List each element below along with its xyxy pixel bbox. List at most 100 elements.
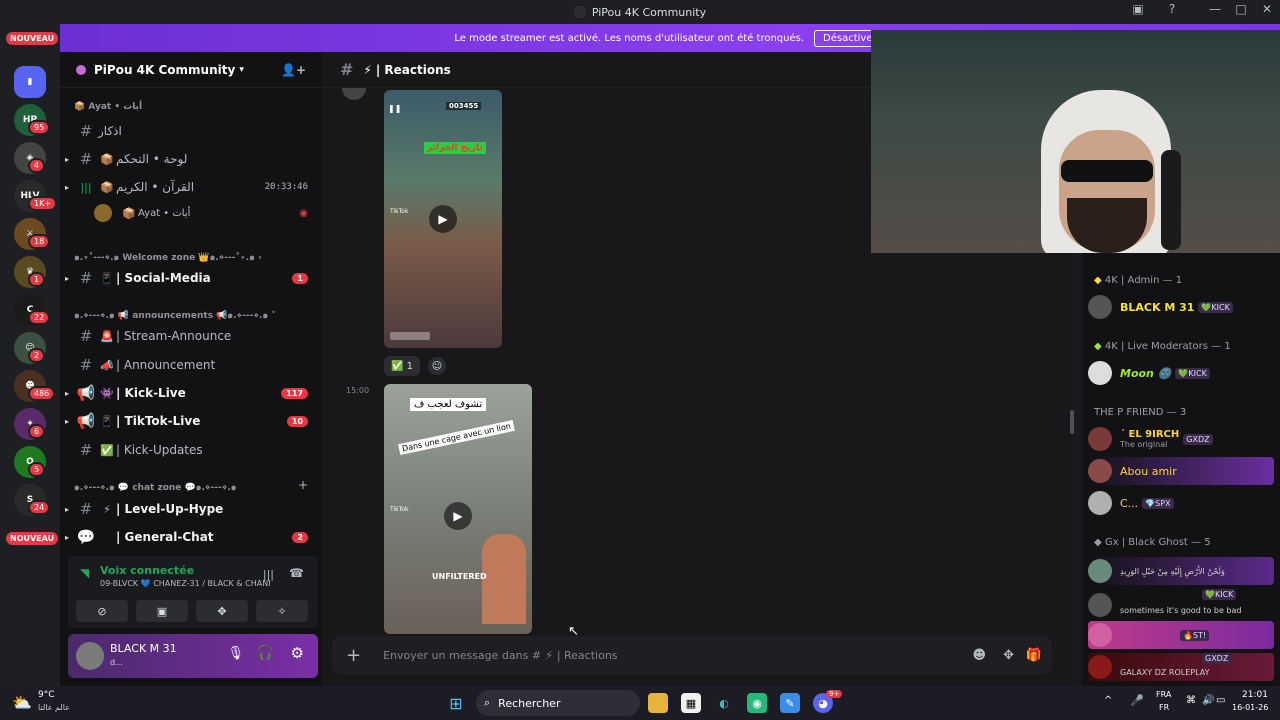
disconnect-icon[interactable]: ☎: [289, 566, 304, 580]
file-explorer-icon[interactable]: [648, 693, 668, 713]
mic-tray-icon[interactable]: 🎤: [1130, 694, 1144, 707]
add-attachment-icon[interactable]: +: [346, 645, 361, 666]
settings-gear-icon[interactable]: ⚙: [291, 644, 304, 662]
channel-social-media[interactable]: ▸ # 📱 | Social-Media 1: [60, 265, 322, 291]
search-label: Rechercher: [498, 696, 561, 710]
channel-kick-live[interactable]: ▸ 📢 👾 | Kick-Live 117: [60, 380, 322, 406]
message-composer[interactable]: + Envoyer un message dans # ⚡ | Reaction…: [332, 636, 1052, 674]
category-welcome[interactable]: ๑.⋆˚---⋄.๑ Welcome zone 👑๑.⋄---˚⋆.๑ ›: [74, 250, 262, 264]
windows-start-icon[interactable]: ⊞: [446, 693, 466, 713]
channel-emoji: 📱: [100, 271, 114, 285]
game-score: 003455: [446, 102, 482, 110]
member-item[interactable]: C... 💎SPX: [1088, 489, 1274, 517]
app-icon-blue[interactable]: ✎: [780, 693, 800, 713]
member-list: ◆ 4K | Admin — 1 BLACK M 31 💚KICK ◆ 4K | …: [1082, 253, 1280, 686]
screen-share-button[interactable]: ▣: [136, 600, 188, 622]
channel-sidebar: PiPou 4K Community ▾ 👤+ 📦 Ayat • أيات # ا…: [60, 52, 322, 686]
channel-stream-announce[interactable]: # 🚨 | Stream-Announce: [60, 323, 322, 349]
video-attachment[interactable]: تشوف لعجب ف Dans une cage avec un lion T…: [384, 384, 532, 634]
maximize-button[interactable]: □: [1230, 2, 1252, 16]
voice-channel-item[interactable]: ▸ ||| 📦 القرآن • الكريم 20:33:46: [60, 174, 322, 200]
channel-level-up-hype[interactable]: ▸ # ⚡ | Level-Up-Hype: [60, 496, 322, 522]
add-user-icon[interactable]: 👤+: [281, 63, 306, 77]
apps-icon[interactable]: ✥: [1003, 648, 1014, 663]
volume-icon[interactable]: 🔊: [1202, 695, 1214, 706]
search-icon: ⌕: [484, 696, 491, 709]
store-icon[interactable]: ▦: [681, 693, 701, 713]
avatar: [1088, 593, 1112, 617]
username: BLACK M 31: [110, 642, 177, 655]
member-item[interactable]: GALAXY DZ ROLEPLAY GXDZ: [1088, 653, 1274, 681]
member-item[interactable]: Abou amir: [1088, 457, 1274, 485]
member-name: Moon 🌚: [1120, 366, 1172, 380]
activities-button[interactable]: ✥: [196, 600, 248, 622]
checkmark-icon: ✅: [390, 360, 404, 372]
member-item[interactable]: وَلَحْنٌ الأَرْضِ إِلَيْهِ مِنْ حَبْلِ ا…: [1088, 557, 1274, 585]
add-reaction-icon[interactable]: ☺: [428, 357, 446, 375]
app-icon-green[interactable]: ◉: [747, 693, 767, 713]
voice-participant[interactable]: 📦 Ayat • أيات ◉: [94, 200, 322, 226]
emoji-icon[interactable]: ☻: [972, 648, 986, 663]
soundboard-icon[interactable]: |||: [263, 568, 274, 581]
headphones-icon[interactable]: 🎧: [257, 645, 274, 661]
channel-item[interactable]: # اذكار: [60, 118, 322, 144]
edge-icon[interactable]: ◐: [714, 693, 734, 713]
megaphone-icon: 📢: [76, 384, 96, 402]
help-icon[interactable]: ?: [1161, 2, 1183, 16]
dm-home-icon[interactable]: ▮: [14, 66, 46, 98]
category-chat[interactable]: ๑.⋄---⋄.๑ 💬 chat zone 💬๑.⋄---⋄.๑: [74, 480, 236, 494]
category-ayat[interactable]: 📦 Ayat • أيات: [74, 102, 142, 112]
play-icon[interactable]: ▶: [444, 502, 472, 530]
chat-scrollbar[interactable]: [1070, 410, 1074, 434]
avatar: [1088, 295, 1112, 319]
member-item[interactable]: 🔥ST!: [1088, 621, 1274, 649]
server-badge: 1: [28, 272, 46, 287]
member-tag: 💚KICK: [1175, 367, 1210, 379]
pause-icon[interactable]: ❚❚: [388, 104, 401, 113]
channel-general-chat[interactable]: ▸ 💬 | General-Chat 2: [60, 524, 322, 550]
lang-primary[interactable]: FRA: [1156, 690, 1171, 699]
clock-time[interactable]: 21:01: [1242, 690, 1268, 700]
soundboard-button[interactable]: ✧: [256, 600, 308, 622]
category-label: Ayat • أيات: [88, 102, 143, 112]
server-badge: 24: [28, 500, 51, 515]
play-icon[interactable]: ▶: [429, 205, 457, 233]
category-announcements[interactable]: ๑.⋄---⋄.๑ 📢 announcements 📢๑.⋄---⋄.๑ ˅: [74, 308, 276, 322]
member-item[interactable]: ´ EL 9IRCH The original GXDZ: [1088, 425, 1274, 453]
tray-chevron-icon[interactable]: ^: [1104, 695, 1112, 706]
channel-tiktok-live[interactable]: ▸ 📢 📱 | TikTok-Live 10: [60, 408, 322, 434]
add-channel-icon[interactable]: +: [298, 478, 308, 492]
close-button[interactable]: ✕: [1256, 2, 1278, 16]
server-badge: 4: [28, 158, 46, 173]
member-item[interactable]: BLACK M 31 💚KICK: [1088, 293, 1274, 321]
reaction-chip[interactable]: ✅ 1: [384, 356, 420, 376]
channel-item[interactable]: ▸ # 📦 لوحة • التحكم: [60, 146, 322, 172]
video-attachment[interactable]: ❚❚ 003455 تاريخ الجزائر TikTok ▶: [384, 90, 502, 348]
member-item[interactable]: sometimes it's good to be bad 💚KICK: [1088, 589, 1274, 621]
avatar[interactable]: [76, 642, 104, 670]
battery-icon[interactable]: ▭: [1216, 695, 1225, 706]
window-titlebar: PiPou 4K Community ▣ ? — □ ✕: [0, 0, 1280, 24]
channel-announcement[interactable]: # 📣 | Announcement: [60, 352, 322, 378]
gift-icon[interactable]: 🎁: [1026, 648, 1042, 663]
server-header[interactable]: PiPou 4K Community ▾ 👤+: [60, 52, 322, 88]
avatar: [1088, 655, 1112, 679]
member-tag: GXDZ: [1183, 433, 1213, 445]
avatar[interactable]: [342, 88, 366, 100]
video-off-button[interactable]: ⊘: [76, 600, 128, 622]
channel-emoji: ✅: [100, 443, 114, 457]
mic-icon[interactable]: 🎙: [227, 646, 244, 661]
taskbar-search[interactable]: ⌕ Rechercher: [476, 690, 640, 716]
member-tag: 💚KICK: [1202, 589, 1237, 600]
channel-kick-updates[interactable]: # ✅ | Kick-Updates: [60, 437, 322, 463]
unread-badge: 2: [292, 531, 308, 543]
game-progress: [390, 332, 430, 340]
weather-icon[interactable]: ⛅: [12, 693, 32, 712]
inbox-icon[interactable]: ▣: [1127, 2, 1149, 16]
minimize-button[interactable]: —: [1204, 2, 1226, 16]
server-badge: 5: [28, 462, 46, 477]
hash-icon: #: [79, 122, 93, 140]
network-icon[interactable]: ⌘: [1186, 695, 1196, 706]
server-badge: 18: [28, 234, 51, 249]
member-item[interactable]: Moon 🌚 💚KICK: [1088, 359, 1274, 387]
